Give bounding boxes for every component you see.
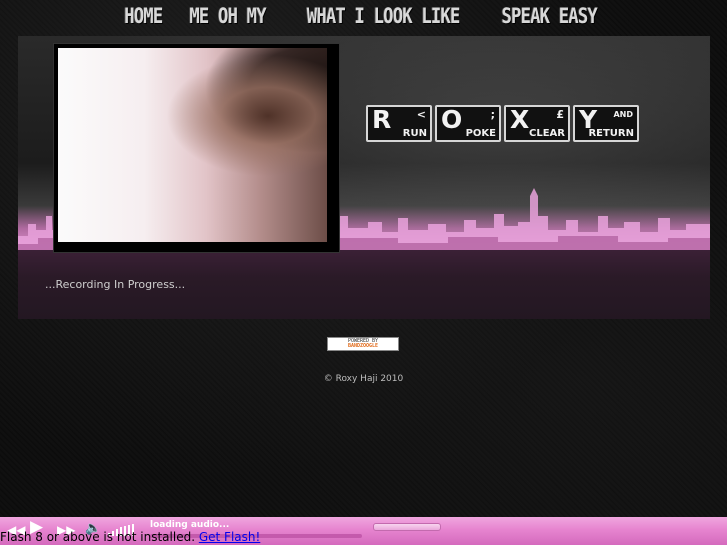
copyright-text: © Roxy Haji 2010 <box>323 374 404 384</box>
get-flash-link[interactable]: Get Flash! <box>199 530 260 544</box>
roxy-logo-keys: R < RUN O ; POKE X £ CLEAR Y AND RETURN <box>366 105 642 145</box>
main-nav: HOME ME OH MY WHAT I LOOK LIKE SPEAK EAS… <box>0 2 727 34</box>
volume-slider[interactable] <box>373 523 441 531</box>
loading-audio-text: loading audio... <box>150 520 230 530</box>
key-letter: R <box>372 105 392 134</box>
key-symbol: < <box>416 108 426 121</box>
logo-key-x: X £ CLEAR <box>504 105 570 142</box>
key-letter: O <box>441 105 463 134</box>
key-letter: X <box>510 105 530 134</box>
logo-key-r: R < RUN <box>366 105 432 142</box>
badge-line-2: BANDZOOGLE <box>347 343 379 349</box>
nav-item-home[interactable]: HOME <box>124 2 163 28</box>
key-sub-label: RUN <box>402 128 427 139</box>
key-sub-label: CLEAR <box>529 128 565 139</box>
key-sub-label: POKE <box>465 128 496 139</box>
key-sub-label: RETURN <box>588 128 634 139</box>
flash-notice-text: Flash 8 or above is not installed. <box>0 530 196 544</box>
flash-notice: Flash 8 or above is not installed. Get F… <box>0 530 260 544</box>
key-symbol: ; <box>490 108 495 121</box>
profile-photo <box>58 48 327 242</box>
recording-status-text: ...Recording In Progress... <box>45 278 186 291</box>
nav-item-me-oh-my[interactable]: ME OH MY <box>190 2 267 28</box>
nav-item-what-i-look-like[interactable]: WHAT I LOOK LIKE <box>306 2 460 28</box>
powered-by-bandzoogle-badge[interactable]: POWERED BY BANDZOOGLE <box>327 337 399 351</box>
key-symbol: £ <box>556 108 564 121</box>
logo-key-o: O ; POKE <box>435 105 501 142</box>
header-banner: ...Recording In Progress... <box>18 36 710 319</box>
key-symbol: AND <box>613 110 633 119</box>
logo-key-y: Y AND RETURN <box>573 105 639 142</box>
nav-item-speak-easy[interactable]: SPEAK EASY <box>501 2 597 28</box>
profile-photo-frame <box>54 44 339 252</box>
